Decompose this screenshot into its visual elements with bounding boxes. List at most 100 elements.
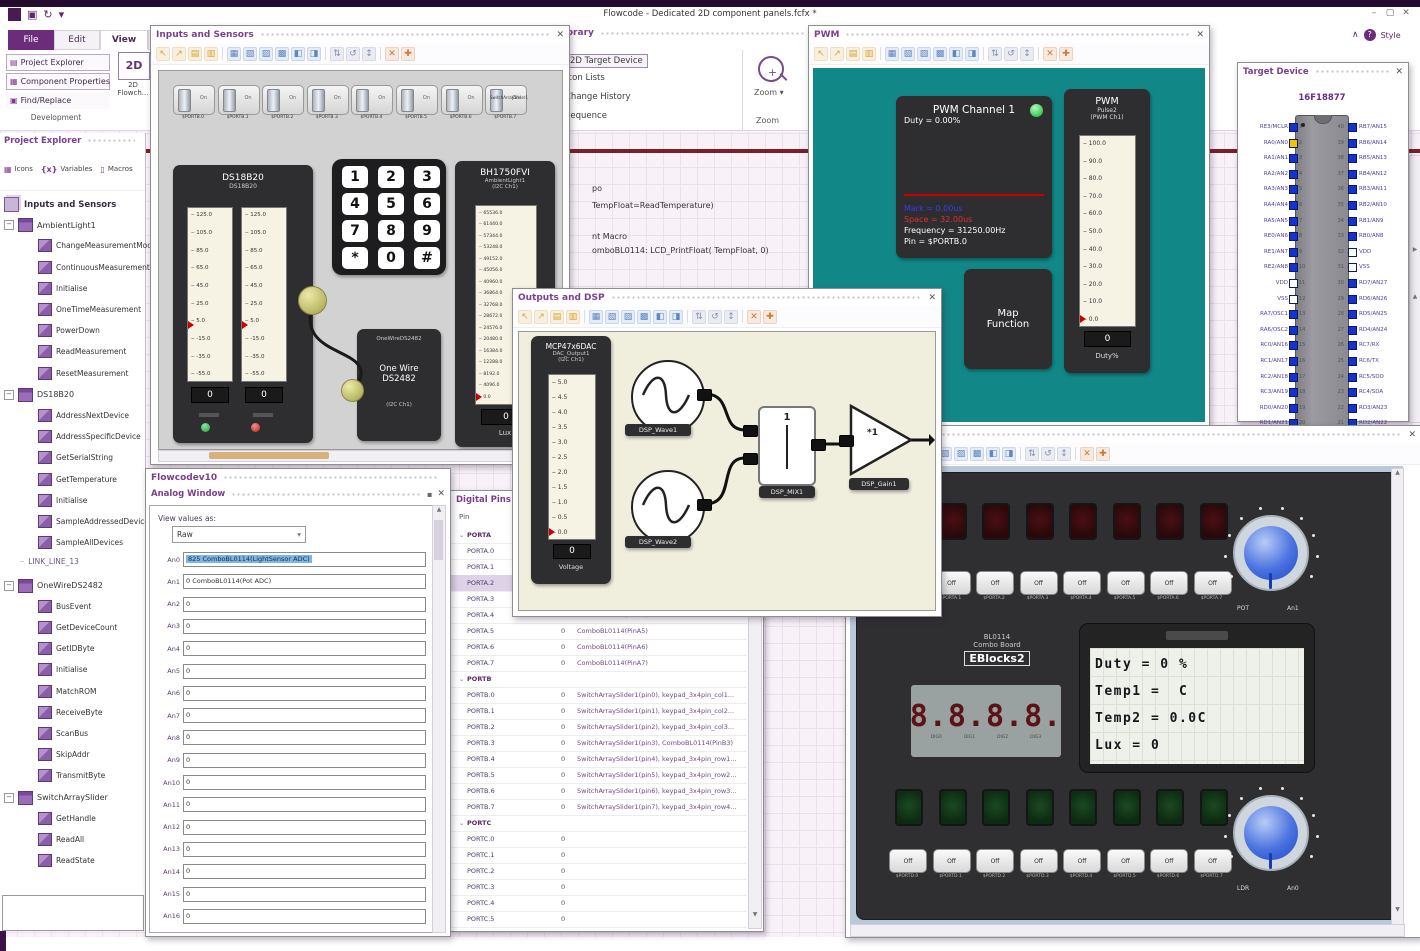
digital-row-PORTC.2[interactable]: PORTC.2 0 <box>451 863 747 880</box>
close-icon[interactable]: ✕ <box>1395 67 1403 77</box>
pin-left[interactable] <box>1289 185 1298 195</box>
tool-icon-11[interactable]: ↺ <box>708 309 722 324</box>
dsp-wave1-node[interactable] <box>631 360 705 434</box>
ds18b20-scale-2[interactable]: ‒ 125.0 ‒ 105.0 ‒ 85.0 ‒ 65.0 ‒ 45.0 ‒ 25.0 ‒ … <box>241 207 287 382</box>
gauge-pointer[interactable] <box>188 321 194 330</box>
tree-macro-item[interactable]: BusEvent <box>38 599 91 613</box>
tree-macro-item[interactable]: ResetMeasurement <box>38 366 128 380</box>
port-d-button-$PORTD.2[interactable]: Off <box>976 849 1014 873</box>
pin-left[interactable] <box>1289 138 1298 148</box>
canvas-vscrollbar[interactable]: ▶ ▲ <box>1409 155 1420 423</box>
analog-value-input[interactable]: 0 <box>183 775 426 790</box>
switch-knob[interactable] <box>178 89 191 112</box>
analog-value-input[interactable]: 0 <box>183 663 426 679</box>
pin-left[interactable] <box>1289 294 1298 304</box>
minimize-icon[interactable]: – <box>1366 8 1382 18</box>
tree-macro-item[interactable]: ReceiveByte <box>38 705 103 719</box>
qat-icon-3[interactable]: ▾ <box>59 8 65 21</box>
tree-macro-item[interactable]: GetTemperature <box>38 472 117 486</box>
explorer-tool-icons[interactable]: ▦ Icons <box>4 165 33 174</box>
switch-$PORTB.6[interactable]: On <box>440 85 483 115</box>
switch-knob[interactable] <box>490 89 504 112</box>
digital-row-PORTB.5[interactable]: PORTB.5 0 SwitchArraySlider1(pin5), keypad… <box>451 767 747 784</box>
tree-macro-item[interactable]: ReadMeasurement <box>38 345 126 359</box>
switch-$PORTB.4[interactable]: On <box>351 85 394 115</box>
switch-$PORTB.3[interactable]: On <box>306 85 349 115</box>
port-d-button-$PORTD.7[interactable]: Off <box>1193 849 1232 873</box>
digital-row-PORTC.1[interactable]: PORTC.1 0 <box>451 847 747 864</box>
pin-right[interactable] <box>1348 279 1357 288</box>
tool-icon-13[interactable]: ✕ <box>385 46 399 61</box>
pin-right[interactable] <box>1348 247 1357 257</box>
digital-row-PORTA.7[interactable]: PORTA.7 0 ComboBL0114(PinA7) <box>451 655 747 672</box>
pin-right[interactable] <box>1348 263 1357 273</box>
switch-knob[interactable] <box>222 89 236 112</box>
qat-icon-2[interactable]: ↻ <box>43 8 52 21</box>
tool-icon-12[interactable]: ↕ <box>362 46 376 61</box>
tool-icon-12[interactable]: ↕ <box>1057 446 1071 461</box>
tool-icon-6[interactable]: ▨ <box>621 309 635 324</box>
collapse-ribbon-icon[interactable]: ∧ <box>1352 30 1359 40</box>
tool-icon-11[interactable]: ↺ <box>1041 446 1055 461</box>
gauge-pointer[interactable] <box>549 528 555 536</box>
tool-icon-14[interactable]: ✚ <box>763 309 777 324</box>
tool-icon-5[interactable]: ▧ <box>901 46 915 61</box>
tool-icon-2[interactable]: ▤ <box>846 46 860 61</box>
pin-left[interactable] <box>1289 372 1298 382</box>
pin-right[interactable] <box>1348 372 1357 382</box>
qat-icon-0[interactable]: ▪ <box>8 8 21 21</box>
analog-value-input[interactable]: 0 <box>183 908 426 924</box>
tree-macro-item[interactable]: Initialise <box>38 663 87 677</box>
pin-right[interactable] <box>1348 201 1357 210</box>
tool-icon-2[interactable]: ▤ <box>550 309 564 324</box>
tool-icon-3[interactable]: ▥ <box>566 309 580 324</box>
tree-link-item[interactable]: ┄ LINK_LINE_13 <box>20 557 79 566</box>
pin-left[interactable] <box>1289 154 1298 164</box>
keypad-key-3[interactable]: 3 <box>414 166 440 188</box>
pin-panel-icon[interactable]: ▪ <box>427 490 432 499</box>
pin-left[interactable] <box>1289 201 1298 210</box>
tree-macro-item[interactable]: ReadAll <box>38 833 84 846</box>
pin-left[interactable] <box>1289 325 1298 335</box>
port-a-button-$PORTA.7[interactable]: Off <box>1193 571 1232 595</box>
port-d-button-$PORTD.6[interactable]: Off <box>1150 849 1188 873</box>
keypad-key-0[interactable]: 0 <box>378 247 404 269</box>
tool-icon-10[interactable]: ⇅ <box>692 309 706 324</box>
tool-icon-9[interactable]: ◨ <box>965 46 979 61</box>
tool-icon-10[interactable]: ⇅ <box>1025 446 1039 461</box>
analog-value-input[interactable]: 0 <box>183 708 426 724</box>
board-hscrollbar[interactable] <box>850 924 1405 937</box>
tree-folder-SwitchArraySlider[interactable]: − SwitchArraySlider <box>4 790 108 805</box>
close-icon[interactable]: ✕ <box>928 293 936 303</box>
keypad-key-7[interactable]: 7 <box>342 220 368 242</box>
pin-left[interactable] <box>1289 310 1298 320</box>
digital-row-PORTA.6[interactable]: PORTA.6 0 ComboBL0114(PinA6) <box>451 639 747 656</box>
digital-row-PORTC.3[interactable]: PORTC.3 0 <box>451 879 747 896</box>
expander-icon[interactable]: − <box>4 792 14 803</box>
digital-row-PORTC.5[interactable]: PORTC.5 0 <box>451 911 747 928</box>
tree-macro-item[interactable]: ReadState <box>38 854 95 868</box>
port-a-button-$PORTA.5[interactable]: Off <box>1106 571 1145 595</box>
tree-macro-item[interactable]: Initialise <box>38 281 87 295</box>
tree-macro-item[interactable]: AddressNextDevice <box>38 409 129 422</box>
switch-knob[interactable] <box>267 89 281 112</box>
analog-value-input[interactable]: 0 <box>183 864 426 880</box>
keypad-key-5[interactable]: 5 <box>378 193 404 215</box>
tab-view[interactable]: View <box>100 30 148 50</box>
analog-value-input[interactable]: 0 <box>183 797 426 813</box>
tool-icon-10[interactable]: ⇅ <box>988 46 1002 61</box>
tool-icon-13[interactable]: ✕ <box>1080 446 1094 461</box>
digital-row-PORTC.4[interactable]: PORTC.4 0 <box>451 895 747 912</box>
switch-knob[interactable] <box>401 89 414 112</box>
tool-icon-14[interactable]: ✚ <box>1059 46 1073 61</box>
tree-macro-item[interactable]: ChangeMeasurementMode <box>38 239 157 253</box>
explorer-tool-variables[interactable]: {x} Variables <box>41 165 93 174</box>
pin-right[interactable] <box>1348 216 1357 226</box>
tree-macro-item[interactable]: Initialise <box>38 493 87 507</box>
pin-right[interactable] <box>1348 294 1357 304</box>
close-icon[interactable]: ✕ <box>556 30 564 40</box>
analog-value-input[interactable]: 0 <box>183 641 426 657</box>
keypad-key-6[interactable]: 6 <box>414 193 440 215</box>
pin-right[interactable] <box>1348 169 1357 179</box>
dsp-panel-canvas[interactable]: MCP47x6DAC DAC_Output1 (I2C Ch1) ‒ 5.0 ‒ … <box>518 331 936 611</box>
